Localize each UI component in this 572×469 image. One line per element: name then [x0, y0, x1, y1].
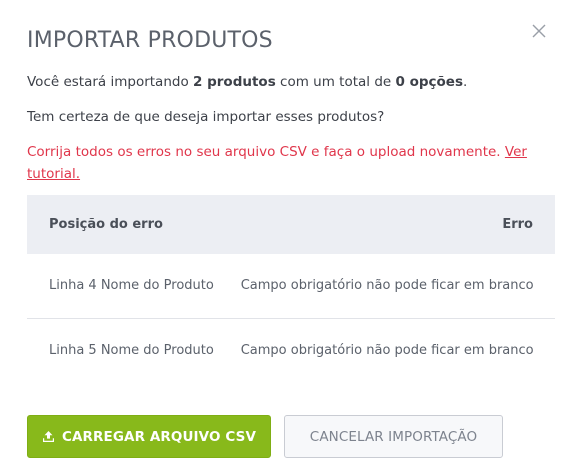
import-products-modal: IMPORTAR PRODUTOS Você estará importando… [0, 0, 572, 469]
table-row: Linha 5 Nome do Produto Campo obrigatóri… [27, 318, 555, 382]
import-summary: Você estará importando 2 produtos com um… [27, 71, 467, 93]
upload-icon [42, 430, 55, 443]
product-count: 2 produtos [193, 74, 276, 90]
error-description-cell: Campo obrigatório não pode ficar em bran… [240, 342, 534, 358]
error-description-cell: Campo obrigatório não pode ficar em bran… [240, 278, 534, 294]
summary-suffix: . [463, 74, 468, 90]
cancel-button-label: CANCELAR IMPORTAÇÃO [309, 428, 478, 445]
options-count: 0 opções [395, 74, 464, 90]
close-button[interactable] [530, 22, 548, 40]
cancel-import-button[interactable]: CANCELAR IMPORTAÇÃO [284, 415, 503, 458]
upload-button-label: CARREGAR ARQUIVO CSV [61, 428, 256, 445]
error-message: Corrija todos os erros no seu arquivo CS… [27, 141, 557, 185]
table-header-row: Posição do erro Erro [27, 195, 555, 254]
summary-middle: com um total de [275, 74, 396, 90]
error-text: Corrija todos os erros no seu arquivo CS… [27, 144, 505, 160]
error-position-cell: Linha 5 Nome do Produto [49, 342, 214, 358]
modal-title: IMPORTAR PRODUTOS [27, 28, 273, 53]
header-error-position: Posição do erro [49, 217, 163, 232]
error-table-container[interactable]: Posição do erro Erro Linha 4 Nome do Pro… [27, 195, 555, 382]
error-table: Posição do erro Erro Linha 4 Nome do Pro… [27, 195, 555, 382]
header-error: Erro [502, 217, 533, 232]
summary-prefix: Você estará importando [27, 74, 194, 90]
confirm-question: Tem certeza de que deseja importar esses… [27, 109, 385, 125]
upload-csv-button[interactable]: CARREGAR ARQUIVO CSV [27, 415, 271, 458]
close-icon [532, 24, 546, 38]
table-row: Linha 4 Nome do Produto Campo obrigatóri… [27, 254, 555, 318]
error-position-cell: Linha 4 Nome do Produto [49, 278, 214, 294]
